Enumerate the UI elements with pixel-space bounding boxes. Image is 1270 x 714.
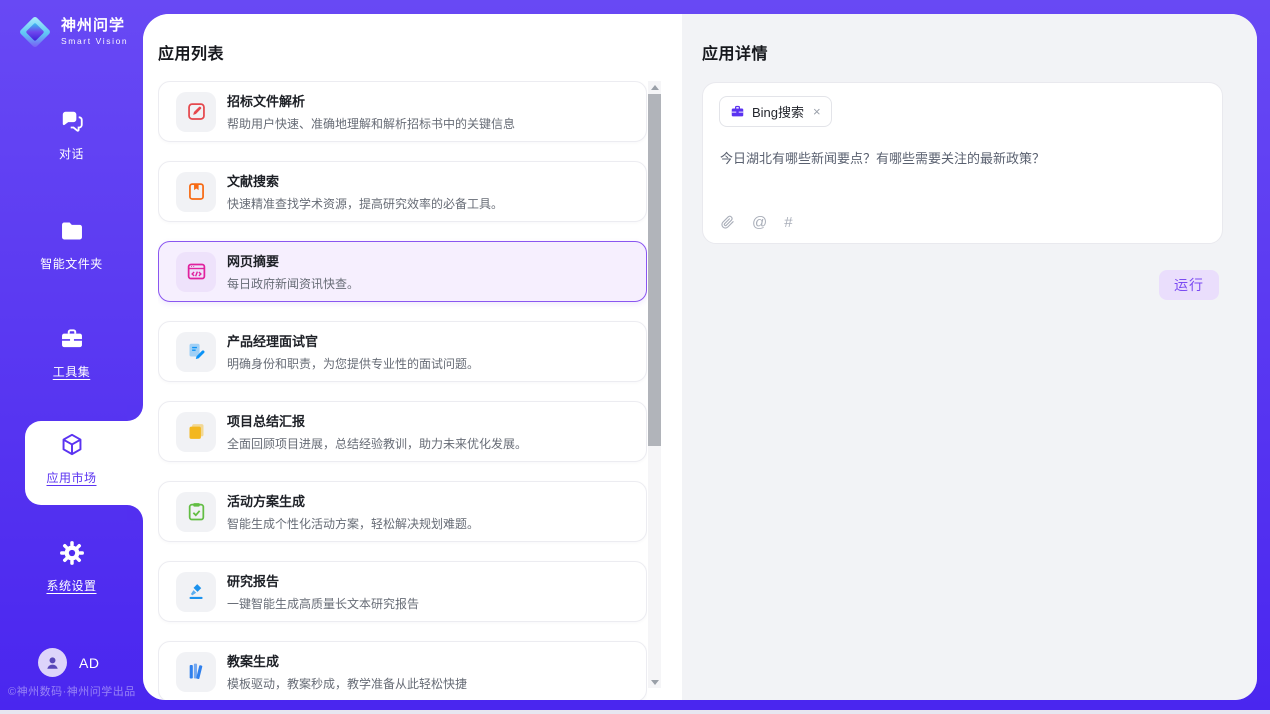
app-list: 招标文件解析帮助用户快速、准确地理解和解析招标书中的关键信息文献搜索快速精准查找… xyxy=(158,81,647,700)
cube-icon xyxy=(59,432,85,459)
app-card-bid-doc-parse[interactable]: 招标文件解析帮助用户快速、准确地理解和解析招标书中的关键信息 xyxy=(158,81,647,142)
book-icon xyxy=(176,172,216,212)
app-name: 文献搜索 xyxy=(227,171,503,190)
sidebar-item-app-market[interactable]: 应用市场 xyxy=(0,432,143,486)
app-description: 帮助用户快速、准确地理解和解析招标书中的关键信息 xyxy=(227,115,515,132)
bottom-strip xyxy=(0,710,1270,714)
scrollbar-thumb[interactable] xyxy=(648,94,661,446)
paperclip-icon[interactable] xyxy=(720,214,735,230)
user-initials: AD xyxy=(79,655,99,671)
scrollbar-down-icon[interactable] xyxy=(648,676,661,688)
sidebar-item-label: 应用市场 xyxy=(0,469,143,486)
app-description: 快速精准查找学术资源，提高研究效率的必备工具。 xyxy=(227,195,503,212)
scrollbar[interactable] xyxy=(648,81,661,688)
app-description: 明确身份和职责，为您提供专业性的面试问题。 xyxy=(227,355,479,372)
run-button[interactable]: 运行 xyxy=(1159,270,1219,300)
web-code-icon xyxy=(176,252,216,292)
main-content: 应用列表 招标文件解析帮助用户快速、准确地理解和解析招标书中的关键信息文献搜索快… xyxy=(143,14,1257,700)
sidebar-item-label: 工具集 xyxy=(0,363,143,380)
toolbox-icon xyxy=(59,326,85,353)
prompt-card[interactable]: Bing搜索 × 今日湖北有哪些新闻要点？有哪些需要关注的最新政策？ @ # xyxy=(702,82,1223,244)
sidebar: 神州问学 Smart Vision 对话智能文件夹工具集应用市场系统设置 AD … xyxy=(0,0,143,700)
tool-chip-label: Bing搜索 xyxy=(752,102,804,121)
sidebar-item-toolbox[interactable]: 工具集 xyxy=(0,326,143,380)
app-card-event-plan[interactable]: 活动方案生成智能生成个性化活动方案，轻松解决规划难题。 xyxy=(158,481,647,542)
app-description: 全面回顾项目进展，总结经验教训，助力未来优化发展。 xyxy=(227,435,527,452)
app-description: 每日政府新闻资讯快查。 xyxy=(227,275,359,292)
app-description: 模板驱动，教案秒成，教学准备从此轻松快捷 xyxy=(227,675,467,692)
app-card-research-report[interactable]: 研究报告一键智能生成高质量长文本研究报告 xyxy=(158,561,647,622)
app-detail-title: 应用详情 xyxy=(702,40,768,64)
app-card-project-summary[interactable]: 项目总结汇报全面回顾项目进展，总结经验教训，助力未来优化发展。 xyxy=(158,401,647,462)
folder-icon xyxy=(59,218,85,245)
books-icon xyxy=(176,652,216,692)
user-avatar-icon xyxy=(44,654,61,671)
user-account[interactable]: AD xyxy=(38,648,99,677)
app-name: 产品经理面试官 xyxy=(227,331,479,350)
app-card-pm-interviewer[interactable]: 产品经理面试官明确身份和职责，为您提供专业性的面试问题。 xyxy=(158,321,647,382)
prompt-textarea[interactable]: 今日湖北有哪些新闻要点？有哪些需要关注的最新政策？ xyxy=(720,149,1206,169)
app-name: 招标文件解析 xyxy=(227,91,515,110)
app-name: 项目总结汇报 xyxy=(227,411,527,430)
active-nav-notch-bottom xyxy=(127,505,143,521)
scrollbar-up-icon[interactable] xyxy=(648,81,661,93)
at-icon[interactable]: @ xyxy=(752,215,767,230)
app-description: 一键智能生成高质量长文本研究报告 xyxy=(227,595,419,612)
clipboard-check-icon xyxy=(176,492,216,532)
sidebar-item-chat[interactable]: 对话 xyxy=(0,108,143,162)
notes-icon xyxy=(176,412,216,452)
diamond-logo-icon xyxy=(16,13,54,51)
app-name: 教案生成 xyxy=(227,651,467,670)
pen-writer-icon xyxy=(176,332,216,372)
research-icon xyxy=(176,572,216,612)
sidebar-item-label: 对话 xyxy=(0,145,143,162)
attachment-toolbar: @ # xyxy=(720,214,793,230)
app-list-panel: 应用列表 招标文件解析帮助用户快速、准确地理解和解析招标书中的关键信息文献搜索快… xyxy=(143,14,682,700)
app-detail-panel: 应用详情 Bing搜索 × 今日湖北有哪些新闻要点？有哪些需要关注的最新政 xyxy=(682,14,1257,700)
hash-icon[interactable]: # xyxy=(784,215,792,230)
app-name: 网页摘要 xyxy=(227,251,359,270)
sidebar-item-smart-folder[interactable]: 智能文件夹 xyxy=(0,218,143,272)
brand-title: 神州问学 xyxy=(61,18,128,33)
footer-credit: ©神州数码·神州问学出品 xyxy=(8,683,136,699)
app-description: 智能生成个性化活动方案，轻松解决规划难题。 xyxy=(227,515,479,532)
sidebar-item-settings[interactable]: 系统设置 xyxy=(0,540,143,594)
app-card-literature-search[interactable]: 文献搜索快速精准查找学术资源，提高研究效率的必备工具。 xyxy=(158,161,647,222)
app-name: 研究报告 xyxy=(227,571,419,590)
app-card-lesson-plan[interactable]: 教案生成模板驱动，教案秒成，教学准备从此轻松快捷 xyxy=(158,641,647,700)
gear-icon xyxy=(59,540,85,567)
active-nav-notch-top xyxy=(127,405,143,421)
doc-edit-icon xyxy=(176,92,216,132)
sidebar-item-label: 系统设置 xyxy=(0,577,143,594)
app-card-web-summary[interactable]: 网页摘要每日政府新闻资讯快查。 xyxy=(158,241,647,302)
close-icon[interactable]: × xyxy=(813,104,821,119)
app-name: 活动方案生成 xyxy=(227,491,479,510)
brand-subtitle: Smart Vision xyxy=(61,37,128,46)
app-window: 神州问学 Smart Vision 对话智能文件夹工具集应用市场系统设置 AD … xyxy=(0,0,1270,714)
briefcase-icon xyxy=(730,104,745,119)
sidebar-item-label: 智能文件夹 xyxy=(0,255,143,272)
chat-icon xyxy=(59,108,85,135)
tool-chip[interactable]: Bing搜索 × xyxy=(719,96,832,127)
brand-logo: 神州问学 Smart Vision xyxy=(16,13,128,51)
avatar xyxy=(38,648,67,677)
app-list-title: 应用列表 xyxy=(158,40,224,64)
